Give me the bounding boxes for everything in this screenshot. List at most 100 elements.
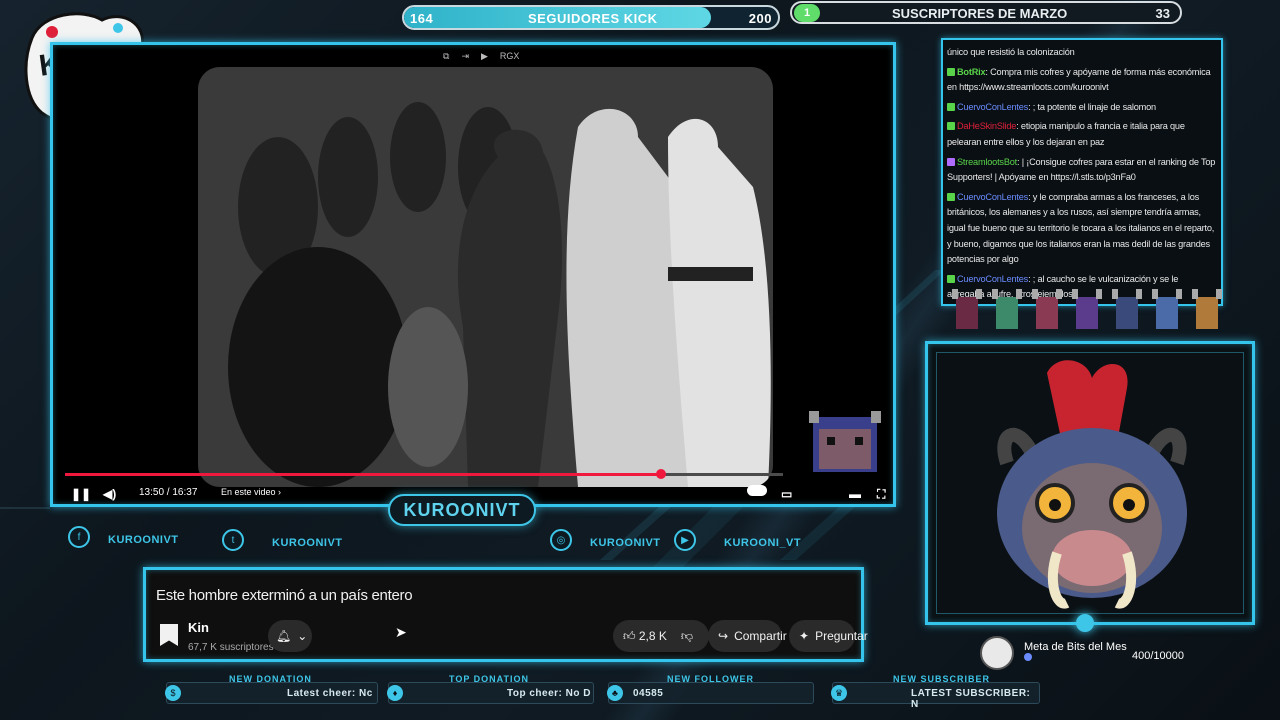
pause-icon[interactable]: ❚❚ xyxy=(71,487,91,501)
ask-label: Preguntar xyxy=(815,629,868,643)
sub-goal-label: SUSCRIPTORES DE MARZO xyxy=(892,6,1068,21)
bits-goal-label: Meta de Bits del Mes xyxy=(1024,641,1127,653)
kick-goal-target: 200 xyxy=(748,11,772,26)
sparkle-icon: ✦ xyxy=(799,629,810,643)
share-label: Compartir xyxy=(734,629,787,643)
video-progress-knob[interactable] xyxy=(655,469,666,479)
notification-bell-button[interactable]: 🔔︎ ⌄ xyxy=(268,620,312,652)
vtuber-camera xyxy=(925,341,1255,632)
like-count: 2,8 K xyxy=(638,628,667,643)
exit-icon[interactable]: ⇥ xyxy=(461,51,469,62)
kick-badge-icon xyxy=(947,274,955,283)
twitter-icon: t xyxy=(222,529,244,551)
chat-text: : y le compraba armas a los franceses, a… xyxy=(947,191,1215,265)
crown-icon: ♛ xyxy=(831,685,847,701)
twitter-handle: KUROONIVT xyxy=(272,537,343,549)
chat-user[interactable]: DaHeSkinSlide xyxy=(957,121,1016,131)
chat-message: DaHeSkinSlide: etiopia manipulo a franci… xyxy=(947,119,1217,150)
youtube-handle: KUROONI_VT xyxy=(724,537,802,549)
sub-goal-count: 1 xyxy=(794,4,820,22)
stream-overlay: KURO ONI 164 SEGUIDORES KICK 200 1 SUSCR… xyxy=(0,0,1280,720)
pixel-characters-row xyxy=(948,283,1228,333)
chapter-label: En este video xyxy=(221,487,276,497)
theater-icon[interactable]: ▬ xyxy=(849,487,861,501)
kick-badge-icon xyxy=(947,67,955,76)
rgx-label[interactable]: RGX xyxy=(500,51,520,62)
captions-icon[interactable]: ▭ xyxy=(781,487,792,501)
kick-badge-icon xyxy=(947,122,955,131)
like-button[interactable]: 👍︎ 2,8 K xyxy=(623,629,667,644)
video-title: Este hombre exterminó a un país entero xyxy=(156,587,413,604)
chat-panel: único que resistió la colonización BotRi… xyxy=(941,38,1223,306)
widget-value: Top cheer: No D xyxy=(507,688,591,699)
chat-text: : Compra mis cofres y apóyame de forma m… xyxy=(947,66,1211,93)
video-progress-bar[interactable] xyxy=(65,469,783,479)
fullscreen-icon[interactable]: ⛶ xyxy=(877,487,885,502)
instagram-handle: KUROONIVT xyxy=(590,537,661,549)
next-icon[interactable]: ▶ xyxy=(481,51,488,62)
youtube-icon: ▶ xyxy=(674,529,696,551)
donation-icon: $ xyxy=(165,685,181,701)
kick-goal-current: 164 xyxy=(410,11,434,26)
chat-user[interactable]: CuervoConLentes xyxy=(957,192,1028,202)
chevron-down-icon: ⌄ xyxy=(297,629,308,643)
facebook-handle: KUROONIVT xyxy=(108,534,179,546)
cam-ornament xyxy=(1076,614,1094,632)
kick-badge-icon xyxy=(947,192,955,201)
kick-followers-goal: 164 SEGUIDORES KICK 200 xyxy=(402,5,780,30)
chat-user[interactable]: BotRix xyxy=(957,67,986,77)
widget-value: 04585 xyxy=(633,688,664,699)
new-subscriber-widget: ♛ NEW SUBSCRIBER LATEST SUBSCRIBER: N xyxy=(831,674,1040,710)
video-time: 13:50 / 16:37 xyxy=(139,487,198,498)
volume-icon[interactable]: ◀) xyxy=(103,487,116,501)
bell-icon: 🔔︎ xyxy=(276,629,292,643)
top-donation-widget: ♦ TOP DONATION Top cheer: No D xyxy=(387,674,594,704)
vtuber-avatar xyxy=(936,352,1244,614)
new-follower-widget: ♣ NEW FOLLOWER 04585 xyxy=(607,674,814,704)
chat-message: CuervoConLentes: ; ta potente el linaje … xyxy=(947,100,1217,116)
channel-avatar[interactable] xyxy=(160,624,178,646)
video-frame xyxy=(198,67,773,487)
widget-value: Latest cheer: Nc xyxy=(287,688,373,699)
chat-text: único que resistió la colonización xyxy=(947,47,1075,57)
channel-name[interactable]: Kin xyxy=(188,620,209,635)
widget-label: NEW DONATION xyxy=(229,674,312,684)
miniplayer-icon[interactable]: ⧉ xyxy=(443,51,449,62)
top-donation-icon: ♦ xyxy=(387,685,403,701)
chat-user[interactable]: CuervoConLentes xyxy=(957,102,1028,112)
widget-label: NEW SUBSCRIBER xyxy=(893,674,991,684)
chat-user[interactable]: StreamlootsBot xyxy=(957,157,1017,167)
kick-goal-label: SEGUIDORES KICK xyxy=(528,11,658,26)
facebook-icon: f xyxy=(68,526,90,548)
dislike-icon[interactable]: 👎︎ xyxy=(681,629,693,644)
chat-message: único que resistió la colonización xyxy=(947,45,1217,61)
chat-text: : ; ta potente el linaje de salomon xyxy=(1028,101,1156,112)
chat-message: CuervoConLentes: y le compraba armas a l… xyxy=(947,190,1217,268)
share-icon: ↪ xyxy=(718,629,729,643)
subscriber-goal: 1 SUSCRIPTORES DE MARZO 33 xyxy=(790,1,1182,24)
share-button[interactable]: ↪ Compartir xyxy=(708,620,787,652)
bits-goal-value: 400/10000 xyxy=(1132,650,1184,662)
kick-badge-icon xyxy=(947,102,955,111)
chapter-link[interactable]: En este video › xyxy=(221,487,281,497)
chat-message: StreamlootsBot: | ¡Consigue cofres para … xyxy=(947,155,1217,186)
mouse-cursor: ➤ xyxy=(395,624,407,640)
widget-label: TOP DONATION xyxy=(449,674,530,684)
ask-button[interactable]: ✦ Preguntar xyxy=(789,620,868,652)
autoplay-toggle[interactable] xyxy=(747,485,767,496)
widget-value: LATEST SUBSCRIBER: N xyxy=(911,688,1031,710)
video-player[interactable]: ⧉ ⇥ ▶ RGX ❚❚ ◀) 13:50 / 16:37 En este vi… xyxy=(50,42,896,507)
new-donation-widget: $ NEW DONATION Latest cheer: Nc xyxy=(165,674,378,704)
channel-subscribers: 67,7 K suscriptores xyxy=(188,642,274,653)
widget-label: NEW FOLLOWER xyxy=(667,674,754,684)
bits-goal-dot xyxy=(1024,653,1032,661)
follower-icon: ♣ xyxy=(607,685,623,701)
bits-goal-avatar xyxy=(980,636,1014,670)
chat-message: BotRix: Compra mis cofres y apóyame de f… xyxy=(947,65,1217,96)
instagram-icon: ◎ xyxy=(550,529,572,551)
sub-goal-target: 33 xyxy=(1155,6,1170,21)
video-info-panel: Este hombre exterminó a un país entero K… xyxy=(143,567,868,662)
video-progress-fill xyxy=(65,473,661,476)
streamer-name-plate: KUROONIVT xyxy=(388,494,536,526)
video-top-controls: ⧉ ⇥ ▶ RGX xyxy=(443,51,519,62)
